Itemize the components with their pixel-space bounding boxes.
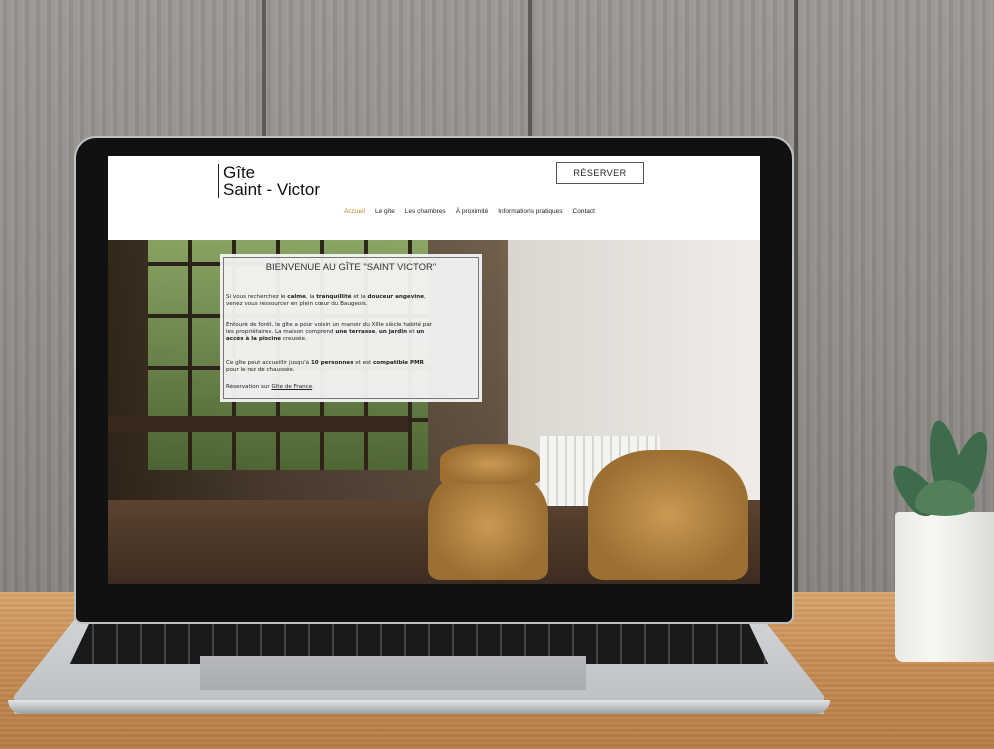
text-bold: une terrasse [335, 329, 376, 336]
plant-pot [895, 512, 994, 662]
hero-image: BIENVENUE AU GÎTE "SAINT VICTOR" Si vous… [108, 240, 760, 584]
laptop-trackpad [200, 656, 586, 690]
hero-table [108, 416, 408, 432]
welcome-panel: BIENVENUE AU GÎTE "SAINT VICTOR" Si vous… [220, 254, 482, 402]
text-bold: compatible PMR [372, 360, 424, 366]
nav-item-a-proximite[interactable]: À proximité [456, 208, 489, 215]
welcome-paragraph-4: Réservation sur Gîte de France. [226, 384, 478, 391]
laptop-front-edge [8, 700, 830, 714]
text: Ce gîte peut accueillir jusqu'à [226, 360, 311, 366]
laptop-screen: Gîte Saint - Victor RÉSERVER Accueil Le … [108, 156, 760, 584]
hero-wicker-chair [588, 450, 748, 580]
text: Entouré de forêt, le gîte a pour voisin … [226, 322, 433, 328]
site-logo[interactable]: Gîte Saint - Victor [218, 164, 320, 198]
text-bold: un jardin [378, 329, 408, 336]
text: . [312, 384, 314, 390]
welcome-paragraph-3: Ce gîte peut accueillir jusqu'à 10 perso… [226, 360, 478, 374]
text: Réservation sur [226, 384, 272, 390]
site-header: Gîte Saint - Victor RÉSERVER Accueil Le … [108, 156, 760, 240]
text: pour le rez de chaussée. [226, 367, 295, 374]
text: les propriétaires. La maison comprend [226, 329, 336, 336]
text: et [407, 329, 417, 336]
logo-line-2: Saint - Victor [223, 180, 321, 199]
hero-wicker-table [428, 470, 548, 580]
text: , la [305, 294, 317, 300]
logo-line-1: Gîte [223, 163, 256, 182]
text: creusée. [281, 336, 307, 343]
welcome-title: BIENVENUE AU GÎTE "SAINT VICTOR" [265, 262, 437, 273]
nav-item-contact[interactable]: Contact [573, 208, 595, 215]
text: et la [351, 294, 368, 300]
welcome-paragraph-2: Entouré de forêt, le gîte a pour voisin … [226, 322, 478, 344]
nav-item-les-chambres[interactable]: Les chambres [405, 208, 446, 215]
hero-wicker-chair [440, 444, 540, 484]
text: venez vous ressourcer en plein cœur du B… [226, 301, 368, 308]
text: et est [353, 360, 373, 366]
text-bold: calme [287, 294, 306, 300]
nav-item-informations-pratiques[interactable]: Informations pratiques [498, 208, 562, 215]
gite-de-france-link[interactable]: Gîte de France [272, 384, 313, 390]
welcome-paragraph-1: Si vous recherchez le calme, la tranquil… [226, 294, 478, 308]
nav-item-le-gite[interactable]: Le gîte [375, 208, 395, 215]
text: , [424, 294, 426, 300]
text: Si vous recherchez le [226, 294, 288, 300]
main-nav: Accueil Le gîte Les chambres À proximité… [344, 208, 595, 215]
text-bold: douceur angevine [367, 294, 425, 300]
text-bold: 10 personnes [310, 360, 354, 366]
text-bold: tranquillité [316, 294, 352, 300]
text-bold: accès à la piscine [226, 336, 282, 343]
reserve-button[interactable]: RÉSERVER [556, 162, 644, 184]
nav-item-accueil[interactable]: Accueil [344, 208, 365, 215]
text-bold: un [416, 329, 425, 336]
